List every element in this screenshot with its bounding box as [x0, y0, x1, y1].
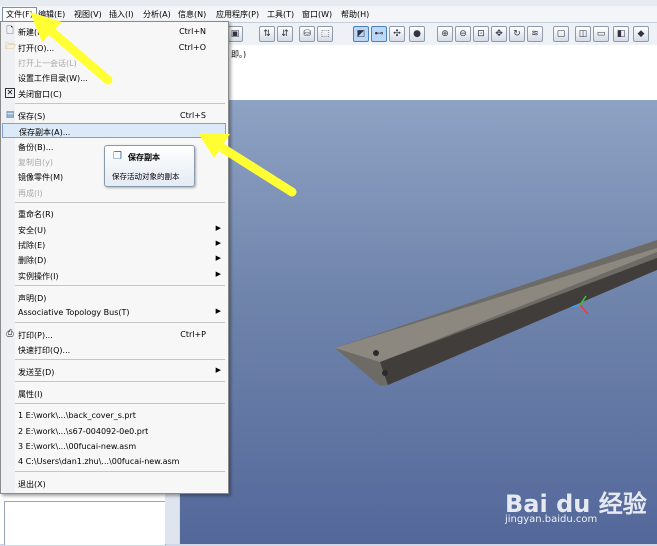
- annotation-arrows: [30, 12, 297, 197]
- annotation-arrow-save-copy: [198, 133, 297, 197]
- annotation-arrow-file-menu: [30, 12, 113, 85]
- baidu-watermark: Bai du 经验 jingyan.baidu.com: [505, 490, 647, 525]
